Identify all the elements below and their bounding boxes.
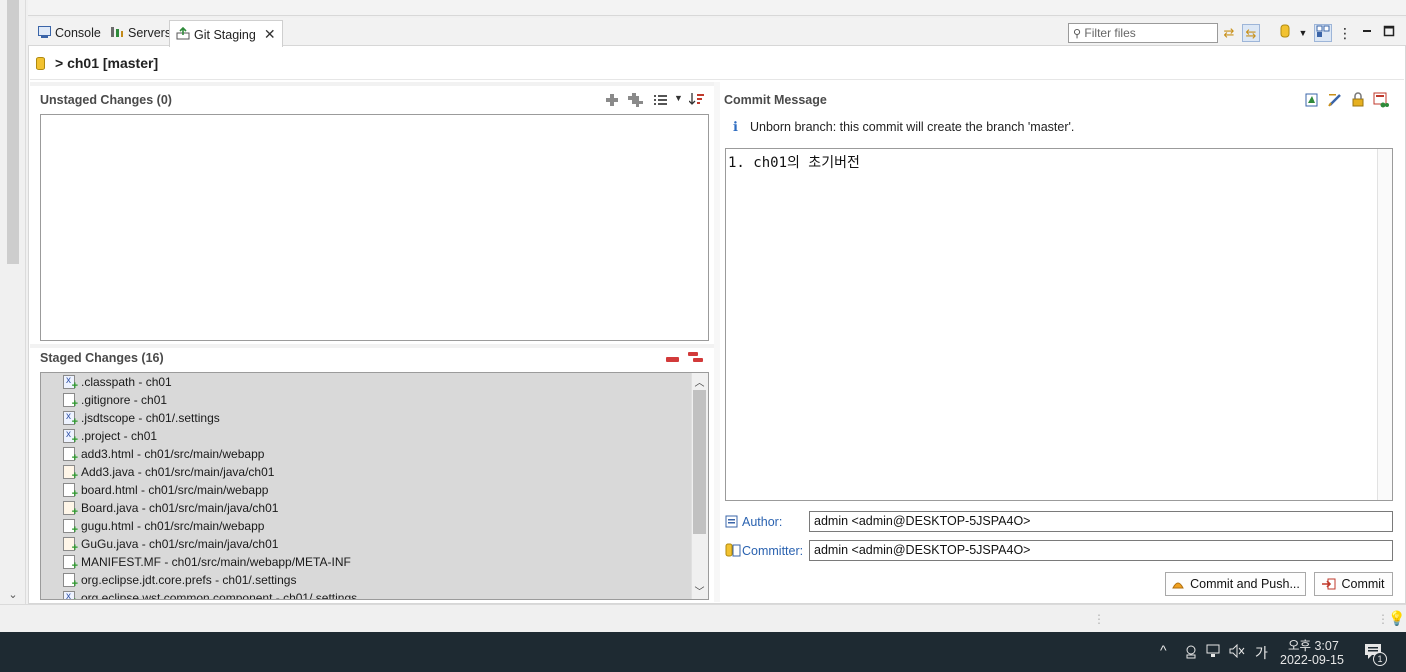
list-item[interactable]: + org.eclipse.jdt.core.prefs - ch01/.sett…	[63, 571, 296, 590]
list-item[interactable]: + gugu.html - ch01/src/main/webapp	[63, 517, 264, 536]
gpg-sign-icon[interactable]	[1351, 92, 1365, 110]
presentation-list-icon[interactable]	[654, 94, 668, 109]
commit-message-text: 1. ch01의 초기버전	[728, 155, 860, 171]
signed-off-icon[interactable]	[1328, 92, 1343, 110]
repository-header: > ch01 [master]	[36, 55, 158, 71]
view-menu-icon[interactable]: ⋮	[1336, 24, 1354, 42]
commit-message-scrollbar[interactable]	[1377, 149, 1392, 500]
scroll-down-arrow-icon[interactable]: ﹀	[693, 583, 706, 598]
xml-file-added-icon: +	[63, 588, 78, 599]
staged-list-scrollbar-thumb[interactable]	[693, 390, 706, 534]
java-file-added-icon: +	[63, 537, 78, 554]
git-staging-icon	[176, 23, 190, 49]
author-label[interactable]: Author:	[742, 515, 782, 529]
notification-count-badge: 1	[1373, 652, 1387, 666]
xml-file-added-icon: +	[63, 426, 78, 446]
refresh-icon[interactable]: ⇄	[1220, 24, 1238, 42]
stage-all-icon[interactable]	[628, 92, 644, 111]
info-icon: ℹ	[733, 119, 738, 134]
file-added-icon: +	[63, 555, 78, 572]
repository-branch-label: ch01 [master]	[67, 55, 159, 71]
file-added-icon: +	[63, 573, 78, 590]
volume-muted-icon[interactable]	[1229, 643, 1245, 661]
file-added-icon: +	[63, 483, 78, 500]
list-item[interactable]: + Add3.java - ch01/src/main/java/ch01	[63, 463, 274, 482]
close-icon[interactable]: ✕	[264, 26, 276, 42]
file-added-icon: +	[63, 393, 78, 410]
maximize-icon[interactable]	[1380, 24, 1398, 42]
meet-icon[interactable]	[1184, 644, 1198, 663]
clock-time[interactable]: 오후 3:07	[1288, 635, 1339, 654]
clock-date[interactable]: 2022-09-15	[1280, 653, 1344, 667]
scroll-up-arrow-icon[interactable]: ︿	[693, 374, 706, 389]
list-item[interactable]: + MANIFEST.MF - ch01/src/main/webapp/META…	[63, 553, 351, 572]
java-file-added-icon: +	[63, 501, 78, 518]
committer-icon	[725, 543, 741, 560]
list-item[interactable]: + Board.java - ch01/src/main/java/ch01	[63, 499, 278, 518]
amend-icon[interactable]	[1305, 92, 1320, 110]
windows-taskbar: ^ 가 오후 3:07 2022-09-15 1	[0, 632, 1406, 672]
file-added-icon: +	[63, 519, 78, 536]
change-id-icon[interactable]	[1373, 92, 1389, 111]
ime-indicator[interactable]: 가	[1255, 643, 1268, 663]
unstage-all-icon[interactable]	[688, 350, 704, 367]
author-field[interactable]: admin <admin@DESKTOP-5JSPA4O>	[809, 511, 1393, 532]
commit-and-push-button[interactable]: Commit and Push...	[1165, 572, 1306, 596]
console-icon	[38, 23, 51, 45]
divider	[30, 82, 714, 86]
xml-file-added-icon: +	[63, 373, 78, 392]
minimize-icon[interactable]	[1358, 24, 1376, 42]
push-icon	[1171, 575, 1185, 589]
tray-chevron-up-icon[interactable]: ^	[1160, 642, 1167, 658]
left-scrollbar-thumb[interactable]	[7, 0, 19, 264]
file-added-icon: +	[63, 447, 78, 464]
unstaged-files-list[interactable]	[40, 114, 709, 341]
xml-file-added-icon: +	[63, 408, 78, 428]
tab-servers[interactable]: Servers	[104, 22, 177, 46]
commit-message-textarea[interactable]	[725, 148, 1393, 501]
unstaged-changes-title: Unstaged Changes (0)	[40, 93, 172, 107]
commit-message-title: Commit Message	[724, 93, 827, 107]
status-bar: ⋮ ⋮ 💡	[0, 604, 1406, 632]
unstage-selected-icon[interactable]	[666, 353, 680, 367]
chevron-down-icon[interactable]: ▼	[1294, 24, 1312, 42]
tab-console[interactable]: Console	[32, 22, 107, 46]
divider	[30, 79, 1404, 80]
list-item[interactable]: + GuGu.java - ch01/src/main/java/ch01	[63, 535, 278, 554]
staged-changes-title: Staged Changes (16)	[40, 351, 164, 365]
tip-lightbulb-icon[interactable]: 💡	[1388, 610, 1405, 627]
list-item[interactable]: + .gitignore - ch01	[63, 391, 167, 410]
unborn-branch-message: Unborn branch: this commit will create t…	[750, 120, 1075, 134]
commit-icon	[1322, 575, 1336, 590]
list-item[interactable]: +org.eclipse.wst.common.component - ch01…	[63, 588, 357, 599]
list-item[interactable]: + add3.html - ch01/src/main/webapp	[63, 445, 264, 464]
list-item[interactable]: + board.html - ch01/src/main/webapp	[63, 481, 268, 500]
sort-icon[interactable]	[688, 92, 705, 109]
java-file-added-icon: +	[63, 465, 78, 482]
chevron-down-icon[interactable]: ▼	[674, 93, 683, 103]
pane-sash[interactable]	[714, 82, 720, 602]
committer-field[interactable]: admin <admin@DESKTOP-5JSPA4O>	[809, 540, 1393, 561]
network-icon[interactable]	[1206, 644, 1222, 661]
layout-icon[interactable]	[1314, 24, 1332, 42]
list-item[interactable]: +.classpath - ch01	[63, 373, 172, 392]
commit-button[interactable]: Commit	[1314, 572, 1393, 596]
filter-files-input[interactable]: ⚲ Filter files	[1068, 23, 1218, 43]
link-selection-icon[interactable]: ⇆	[1242, 24, 1260, 42]
author-icon	[725, 514, 739, 531]
staged-files-list[interactable]: +.classpath - ch01 +.gitignore - ch01 +.…	[40, 372, 709, 600]
repository-icon[interactable]	[1276, 24, 1294, 42]
stage-selected-icon[interactable]	[605, 93, 619, 110]
repository-icon	[36, 57, 45, 70]
list-item[interactable]: +.project - ch01	[63, 426, 157, 446]
scroll-down-arrow-icon[interactable]: ⌄	[7, 588, 19, 602]
search-icon: ⚲	[1073, 28, 1082, 40]
status-separator: ⋮	[1093, 612, 1105, 626]
divider	[30, 344, 714, 348]
committer-label[interactable]: Committer:	[742, 544, 803, 558]
servers-icon	[110, 23, 124, 45]
tab-git-staging[interactable]: Git Staging ✕	[169, 20, 283, 47]
list-item[interactable]: +.jsdtscope - ch01/.settings	[63, 408, 220, 428]
editor-area	[28, 0, 1406, 16]
